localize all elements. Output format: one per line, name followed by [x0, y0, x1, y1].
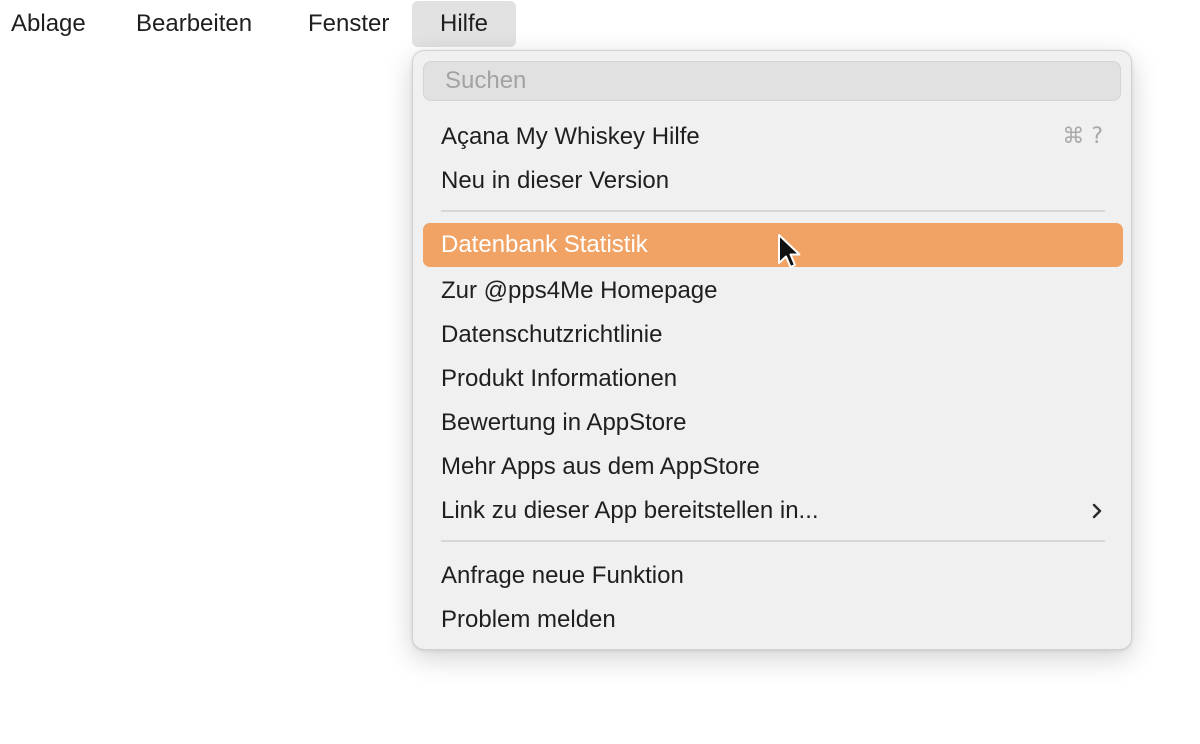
menu-item-label: Problem melden — [441, 606, 616, 633]
menu-item-privacy-policy[interactable]: Datenschutzrichtlinie — [423, 313, 1123, 357]
menu-item-label: Mehr Apps aus dem AppStore — [441, 453, 760, 480]
menu-item-label: Bewertung in AppStore — [441, 409, 687, 436]
menu-item-report-problem[interactable]: Problem melden — [423, 598, 1123, 642]
menu-item-label: Produkt Informationen — [441, 365, 678, 392]
menu-item-label: Datenbank Statistik — [441, 231, 648, 258]
shortcut-label: ⌘ ? — [1062, 124, 1103, 149]
menu-separator — [441, 210, 1105, 212]
menu-item-product-info[interactable]: Produkt Informationen — [423, 357, 1123, 401]
menu-item-help[interactable]: Açana My Whiskey Hilfe ⌘ ? — [423, 115, 1123, 159]
menu-separator — [441, 540, 1105, 542]
menu-item-feature-request[interactable]: Anfrage neue Funktion — [423, 554, 1123, 598]
menu-item-label: Datenschutzrichtlinie — [441, 321, 663, 348]
menu-hilfe[interactable]: Hilfe — [412, 1, 517, 47]
menu-item-label: Zur @pps4Me Homepage — [441, 277, 718, 304]
menu-fenster[interactable]: Fenster — [298, 2, 399, 46]
menu-item-label: Link zu dieser App bereitstellen in... — [441, 497, 819, 524]
help-search-input[interactable] — [423, 61, 1121, 101]
menu-item-more-apps[interactable]: Mehr Apps aus dem AppStore — [423, 445, 1123, 489]
menu-bar: Ablage Bearbeiten Fenster Hilfe — [0, 0, 1200, 47]
menu-item-label: Anfrage neue Funktion — [441, 562, 684, 589]
menu-item-rate-appstore[interactable]: Bewertung in AppStore — [423, 401, 1123, 445]
menu-bearbeiten[interactable]: Bearbeiten — [126, 2, 262, 46]
chevron-right-icon — [1092, 503, 1102, 519]
menu-item-homepage[interactable]: Zur @pps4Me Homepage — [423, 269, 1123, 313]
help-dropdown-menu: Açana My Whiskey Hilfe ⌘ ? Neu in dieser… — [412, 50, 1132, 650]
menu-item-label: Açana My Whiskey Hilfe — [441, 123, 700, 150]
menu-ablage[interactable]: Ablage — [1, 2, 96, 46]
menu-item-label: Neu in dieser Version — [441, 167, 670, 194]
menu-item-whats-new[interactable]: Neu in dieser Version — [423, 159, 1123, 203]
menu-item-share-link[interactable]: Link zu dieser App bereitstellen in... — [423, 489, 1123, 533]
menu-item-database-statistics[interactable]: Datenbank Statistik — [423, 223, 1123, 267]
